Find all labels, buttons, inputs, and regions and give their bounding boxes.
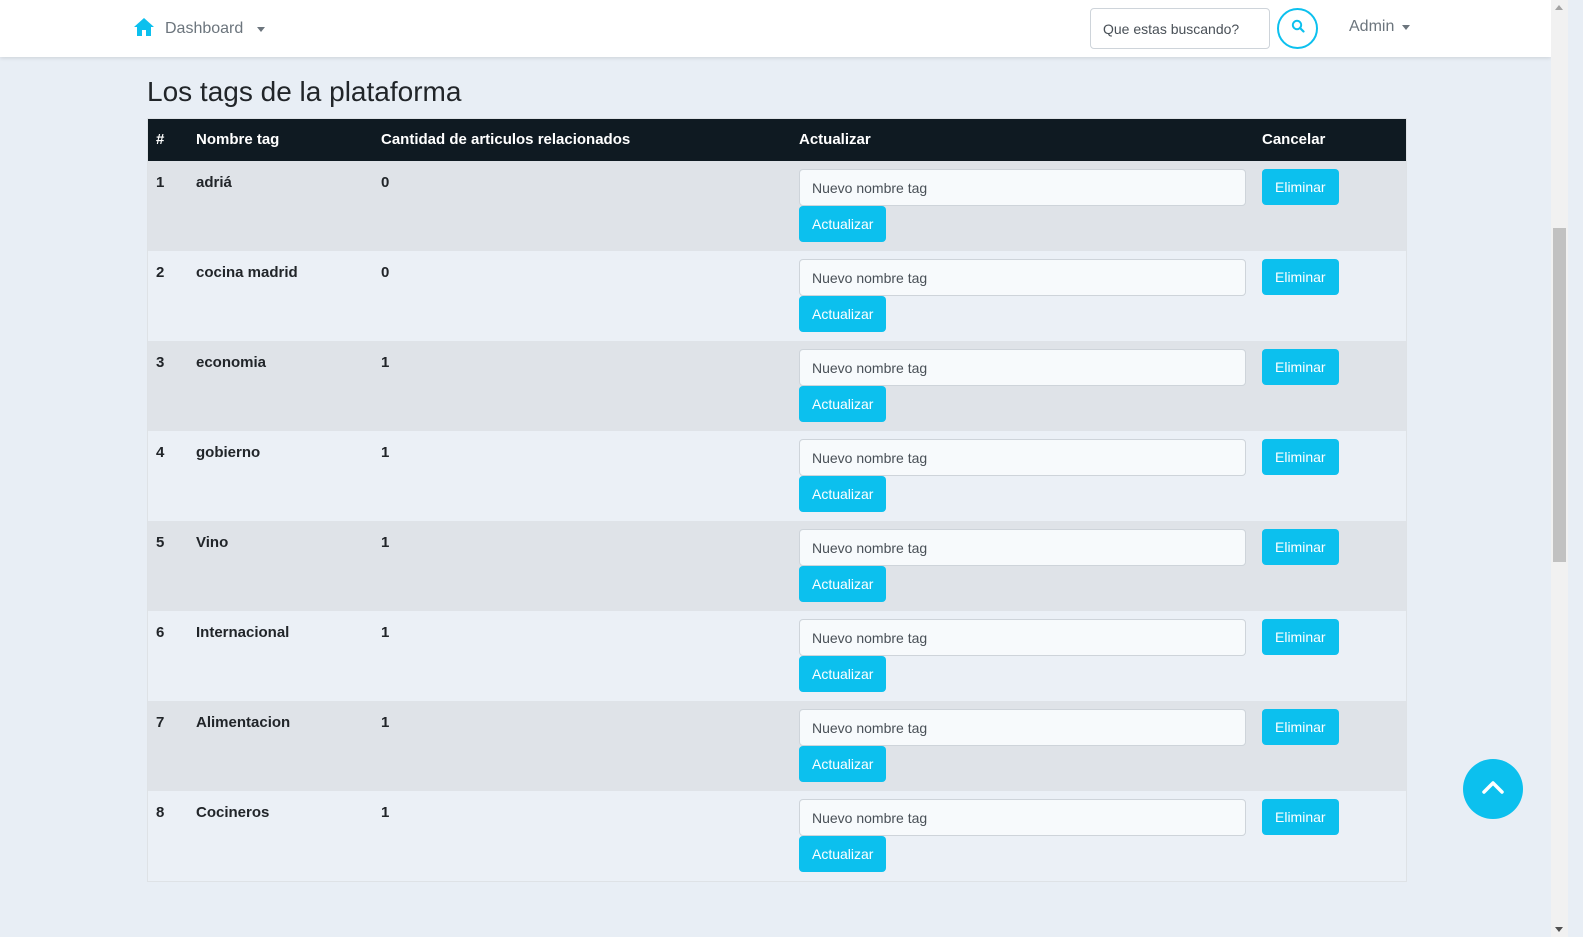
tag-name: economia xyxy=(196,354,267,371)
dashboard-dropdown[interactable]: Dashboard xyxy=(133,17,266,42)
chevron-up-icon xyxy=(1481,779,1505,800)
tags-table: # Nombre tag Cantidad de articulos relac… xyxy=(147,118,1407,882)
caret-down-icon xyxy=(257,26,266,32)
delete-button[interactable]: Eliminar xyxy=(1262,799,1339,835)
article-count: 0 xyxy=(381,174,390,191)
tag-name: Vino xyxy=(196,534,229,551)
tag-name: cocina madrid xyxy=(196,264,298,281)
article-count: 1 xyxy=(381,354,390,371)
new-tag-name-input[interactable] xyxy=(799,619,1246,656)
search-icon xyxy=(1291,19,1305,38)
scroll-to-top-button[interactable] xyxy=(1463,759,1523,819)
delete-button[interactable]: Eliminar xyxy=(1262,619,1339,655)
dashboard-label: Dashboard xyxy=(165,20,244,37)
new-tag-name-input[interactable] xyxy=(799,529,1246,566)
table-row: 5 Vino 1 Actualizar Eliminar xyxy=(148,521,1406,611)
update-button[interactable]: Actualizar xyxy=(799,746,887,782)
update-button[interactable]: Actualizar xyxy=(799,296,887,332)
row-number: 7 xyxy=(156,714,165,731)
new-tag-name-input[interactable] xyxy=(799,709,1246,746)
tag-name: Alimentacion xyxy=(196,714,291,731)
delete-button[interactable]: Eliminar xyxy=(1262,259,1339,295)
article-count: 1 xyxy=(381,714,390,731)
table-header: # Nombre tag Cantidad de articulos relac… xyxy=(148,119,1406,161)
header-number: # xyxy=(156,131,165,148)
admin-dropdown[interactable]: Admin xyxy=(1349,18,1411,36)
row-number: 5 xyxy=(156,534,165,551)
home-icon xyxy=(133,17,155,42)
table-row: 4 gobierno 1 Actualizar Eliminar xyxy=(148,431,1406,521)
new-tag-name-input[interactable] xyxy=(799,799,1246,836)
article-count: 1 xyxy=(381,534,390,551)
table-body: 1 adriá 0 Actualizar Eliminar 2 cocina madrid 0… xyxy=(148,161,1406,881)
row-number: 8 xyxy=(156,804,165,821)
page-scrollbar[interactable] xyxy=(1551,0,1568,937)
tag-name: gobierno xyxy=(196,444,261,461)
article-count: 1 xyxy=(381,444,390,461)
row-number: 3 xyxy=(156,354,165,371)
article-count: 1 xyxy=(381,804,390,821)
caret-down-icon xyxy=(1402,24,1411,30)
new-tag-name-input[interactable] xyxy=(799,259,1246,296)
update-button[interactable]: Actualizar xyxy=(799,206,887,242)
header-cancel: Cancelar xyxy=(1262,131,1326,148)
update-button[interactable]: Actualizar xyxy=(799,566,887,602)
admin-label: Admin xyxy=(1349,18,1395,35)
table-row: 8 Cocineros 1 Actualizar Eliminar xyxy=(148,791,1406,881)
table-row: 7 Alimentacion 1 Actualizar Eliminar xyxy=(148,701,1406,791)
table-row: 2 cocina madrid 0 Actualizar Eliminar xyxy=(148,251,1406,341)
table-row: 6 Internacional 1 Actualizar Eliminar xyxy=(148,611,1406,701)
table-row: 1 adriá 0 Actualizar Eliminar xyxy=(148,161,1406,251)
new-tag-name-input[interactable] xyxy=(799,349,1246,386)
tag-name: Internacional xyxy=(196,624,290,641)
update-button[interactable]: Actualizar xyxy=(799,386,887,422)
tag-name: adriá xyxy=(196,174,232,191)
row-number: 4 xyxy=(156,444,165,461)
tag-name: Cocineros xyxy=(196,804,270,821)
table-row: 3 economia 1 Actualizar Eliminar xyxy=(148,341,1406,431)
new-tag-name-input[interactable] xyxy=(799,169,1246,206)
new-tag-name-input[interactable] xyxy=(799,439,1246,476)
search-button[interactable] xyxy=(1277,8,1318,49)
row-number: 1 xyxy=(156,174,165,191)
scroll-down-arrow-icon[interactable] xyxy=(1555,927,1563,932)
scrollbar-thumb[interactable] xyxy=(1553,228,1566,562)
article-count: 0 xyxy=(381,264,390,281)
header-name: Nombre tag xyxy=(196,131,280,148)
search-input[interactable] xyxy=(1090,8,1270,49)
row-number: 2 xyxy=(156,264,165,281)
delete-button[interactable]: Eliminar xyxy=(1262,709,1339,745)
page-title: Los tags de la plataforma xyxy=(147,76,462,107)
article-count: 1 xyxy=(381,624,390,641)
header-count: Cantidad de articulos relacionados xyxy=(381,131,631,148)
delete-button[interactable]: Eliminar xyxy=(1262,439,1339,475)
row-number: 6 xyxy=(156,624,165,641)
update-button[interactable]: Actualizar xyxy=(799,476,887,512)
header-update: Actualizar xyxy=(799,131,871,148)
update-button[interactable]: Actualizar xyxy=(799,836,887,872)
scroll-up-arrow-icon[interactable] xyxy=(1555,5,1563,10)
top-navbar: Dashboard Admin xyxy=(0,0,1551,57)
delete-button[interactable]: Eliminar xyxy=(1262,529,1339,565)
update-button[interactable]: Actualizar xyxy=(799,656,887,692)
delete-button[interactable]: Eliminar xyxy=(1262,169,1339,205)
delete-button[interactable]: Eliminar xyxy=(1262,349,1339,385)
